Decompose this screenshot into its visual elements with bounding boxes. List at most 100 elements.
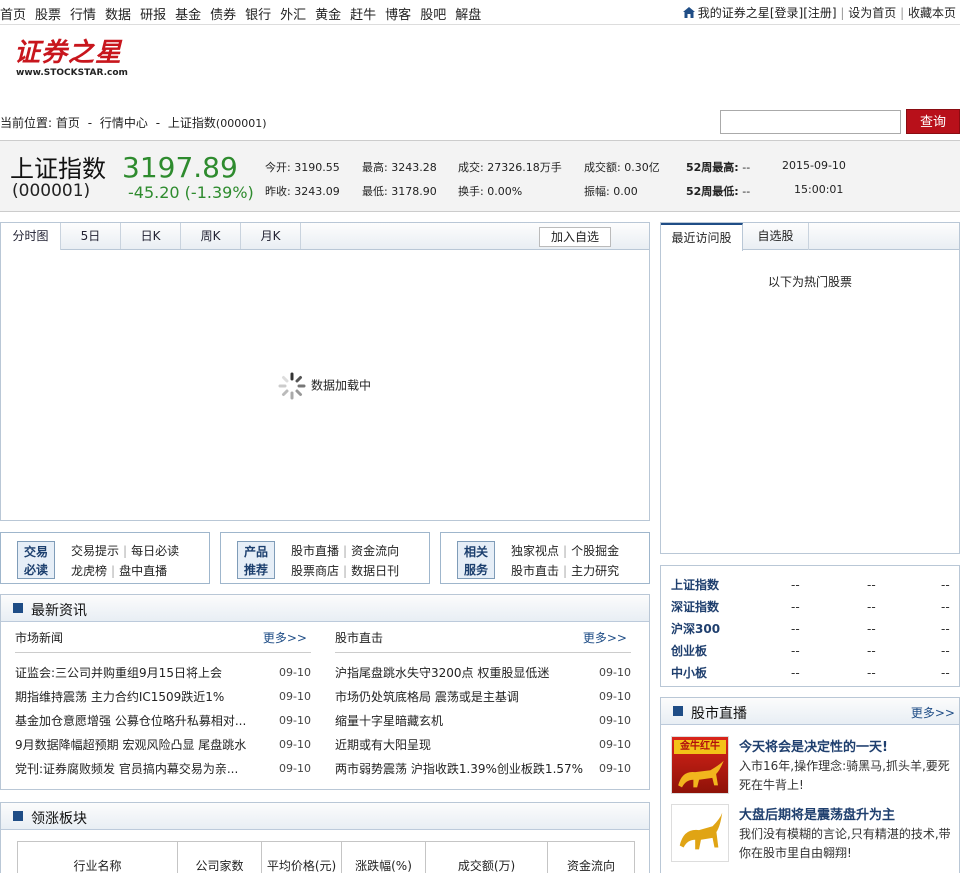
nav-item-banks[interactable]: 银行 [245,8,271,23]
news-title[interactable]: 市场仍处筑底格局 震荡或是主基调 [335,690,519,704]
nav-item-gold[interactable]: 黄金 [315,8,341,23]
my-stockstar-link[interactable]: 我的证券之星 [698,6,770,20]
live-item[interactable]: 金牛红牛 今天将会是决定性的一天! 入市16年,操作理念:骑黑马,抓头羊,要死死… [671,736,959,796]
index-row[interactable]: 中小板 -- -- -- [671,662,960,684]
link-market-direct[interactable]: 股市直击 [511,564,559,578]
live-thumbnail[interactable] [671,804,729,862]
news-row[interactable]: 近期或有大阳呈现 09-10 [335,733,631,757]
site-logo[interactable]: 证券之星 www.STOCKSTAR.com [14,38,134,88]
index-name[interactable]: 中小板 [671,666,707,680]
live-item[interactable]: 大盘后期将是震荡盘升为主 我们没有模糊的言论,只有精湛的技术,带你在股市里自由翱… [671,804,959,864]
col-industry[interactable]: 行业名称 [17,841,178,873]
nav-item-research[interactable]: 研报 [140,8,166,23]
link-dragon-tiger[interactable]: 龙虎榜 [71,564,107,578]
link-daily-read[interactable]: 每日必读 [131,544,179,558]
nav-item-funds[interactable]: 基金 [175,8,201,23]
nav-item-analysis[interactable]: 解盘 [455,8,481,23]
link-fund-flow[interactable]: 资金流向 [351,544,399,558]
link-stock-dig[interactable]: 个股掘金 [571,544,619,558]
news-row[interactable]: 缩量十字星暗藏玄机 09-10 [335,709,631,733]
col-avg-price[interactable]: 平均价格(元) [261,841,342,873]
live-title[interactable]: 大盘后期将是震荡盘升为主 [739,804,895,823]
col-change-pct[interactable]: 涨跌幅(%) [341,841,426,873]
news-row[interactable]: 市场仍处筑底格局 震荡或是主基调 09-10 [335,685,631,709]
index-name[interactable]: 创业板 [671,644,707,658]
breadcrumb-home[interactable]: 首页 [56,116,80,130]
block-label-line2: 服务 [463,563,488,577]
col-company-count[interactable]: 公司家数 [177,841,262,873]
index-row[interactable]: 沪深300 -- -- -- [671,618,960,640]
amplitude-value: 0.00 [613,185,638,198]
bookmark-link[interactable]: 收藏本页 [908,6,956,20]
column-title[interactable]: 股市直击 [335,631,383,645]
login-link[interactable]: [登录] [770,6,803,20]
nav-item-ganniu[interactable]: 赶牛 [350,8,376,23]
col-turnover[interactable]: 成交额(万) [425,841,548,873]
tab-monthly-k[interactable]: 月K [241,223,301,249]
link-stock-live[interactable]: 股市直播 [291,544,339,558]
news-title[interactable]: 沪指尾盘跳水失守3200点 权重股显低迷 [335,666,549,680]
add-watchlist-button[interactable]: 加入自选 [539,227,611,247]
block-links: 股市直播 | 资金流向 股票商店 | 数据日刊 [291,544,400,578]
breadcrumb-market[interactable]: 行情中心 [100,116,148,130]
tab-5day[interactable]: 5日 [61,223,121,249]
tab-watchlist[interactable]: 自选股 [743,223,809,250]
news-row[interactable]: 期指维持震荡 主力合约IC1509跌近1% 09-10 [15,685,311,709]
live-title[interactable]: 今天将会是决定性的一天! [739,736,888,755]
nav-item-bonds[interactable]: 债券 [210,8,236,23]
thumbnail-caption: 金牛红牛 [674,740,726,754]
index-name[interactable]: 沪深300 [671,622,720,636]
logo-cn: 证券之星 [14,38,123,68]
news-title[interactable]: 缩量十字星暗藏玄机 [335,714,443,728]
breadcrumb: 当前位置: 首页 - 行情中心 - 上证指数(000001) [0,114,267,131]
col-fund-flow[interactable]: 资金流向 [547,841,635,873]
news-row[interactable]: 基金加仓意愿增强 公募仓位略升私募相对... 09-10 [15,709,311,733]
column-title[interactable]: 市场新闻 [15,631,63,645]
search-input[interactable] [720,110,901,134]
nav-item-quotes[interactable]: 行情 [70,8,96,23]
news-title[interactable]: 基金加仓意愿增强 公募仓位略升私募相对... [15,714,246,728]
news-title[interactable]: 期指维持震荡 主力合约IC1509跌近1% [15,690,224,704]
link-main-research[interactable]: 主力研究 [571,564,619,578]
link-live-intraday[interactable]: 盘中直播 [119,564,167,578]
news-row[interactable]: 沪指尾盘跳水失守3200点 权重股显低迷 09-10 [335,661,631,685]
index-row[interactable]: 上证指数 -- -- -- [671,574,960,596]
news-title[interactable]: 9月数据降幅超预期 宏观风险凸显 尾盘跳水 [15,738,246,752]
breadcrumb-sep: - [155,116,161,130]
nav-item-blog[interactable]: 博客 [385,8,411,23]
news-row[interactable]: 党刊:证券腐败频发 官员搞内幕交易为亲... 09-10 [15,757,311,781]
search-button[interactable]: 查询 [906,109,960,134]
nav-item-home[interactable]: 首页 [0,8,26,23]
link-trade-tips[interactable]: 交易提示 [71,544,119,558]
news-row[interactable]: 两市弱势震荡 沪指收跌1.39%创业板跌1.57% 09-10 [335,757,631,781]
index-row[interactable]: 深证指数 -- -- -- [671,596,960,618]
tab-daily-k[interactable]: 日K [121,223,181,249]
link-exclusive-view[interactable]: 独家视点 [511,544,559,558]
tab-weekly-k[interactable]: 周K [181,223,241,249]
link-stock-shop[interactable]: 股票商店 [291,564,339,578]
news-title[interactable]: 近期或有大阳呈现 [335,738,431,752]
link-data-daily[interactable]: 数据日刊 [351,564,399,578]
news-row[interactable]: 证监会:三公司并购重组9月15日将上会 09-10 [15,661,311,685]
register-link[interactable]: [注册] [803,6,836,20]
breadcrumb-sep: - [87,116,93,130]
index-name[interactable]: 上证指数 [671,578,719,592]
news-row[interactable]: 9月数据降幅超预期 宏观风险凸显 尾盘跳水 09-10 [15,733,311,757]
nav-item-stocks[interactable]: 股票 [35,8,61,23]
tab-intraday[interactable]: 分时图 [1,223,61,250]
nav-item-forex[interactable]: 外汇 [280,8,306,23]
more-link[interactable]: 更多>> [263,629,307,646]
index-row[interactable]: 创业板 -- -- -- [671,640,960,662]
live-desc: 我们没有模糊的言论,只有精湛的技术,带你在股市里自由翱翔! [739,827,951,860]
live-thumbnail[interactable]: 金牛红牛 [671,736,729,794]
index-name[interactable]: 深证指数 [671,600,719,614]
news-title[interactable]: 证监会:三公司并购重组9月15日将上会 [15,666,222,680]
nav-item-forum[interactable]: 股吧 [420,8,446,23]
news-title[interactable]: 党刊:证券腐败频发 官员搞内幕交易为亲... [15,762,238,776]
news-title[interactable]: 两市弱势震荡 沪指收跌1.39%创业板跌1.57% [335,762,583,776]
more-link[interactable]: 更多>> [911,704,955,721]
tab-recent[interactable]: 最近访问股 [661,223,743,251]
set-home-link[interactable]: 设为首页 [848,6,896,20]
nav-item-data[interactable]: 数据 [105,8,131,23]
more-link[interactable]: 更多>> [583,629,627,646]
